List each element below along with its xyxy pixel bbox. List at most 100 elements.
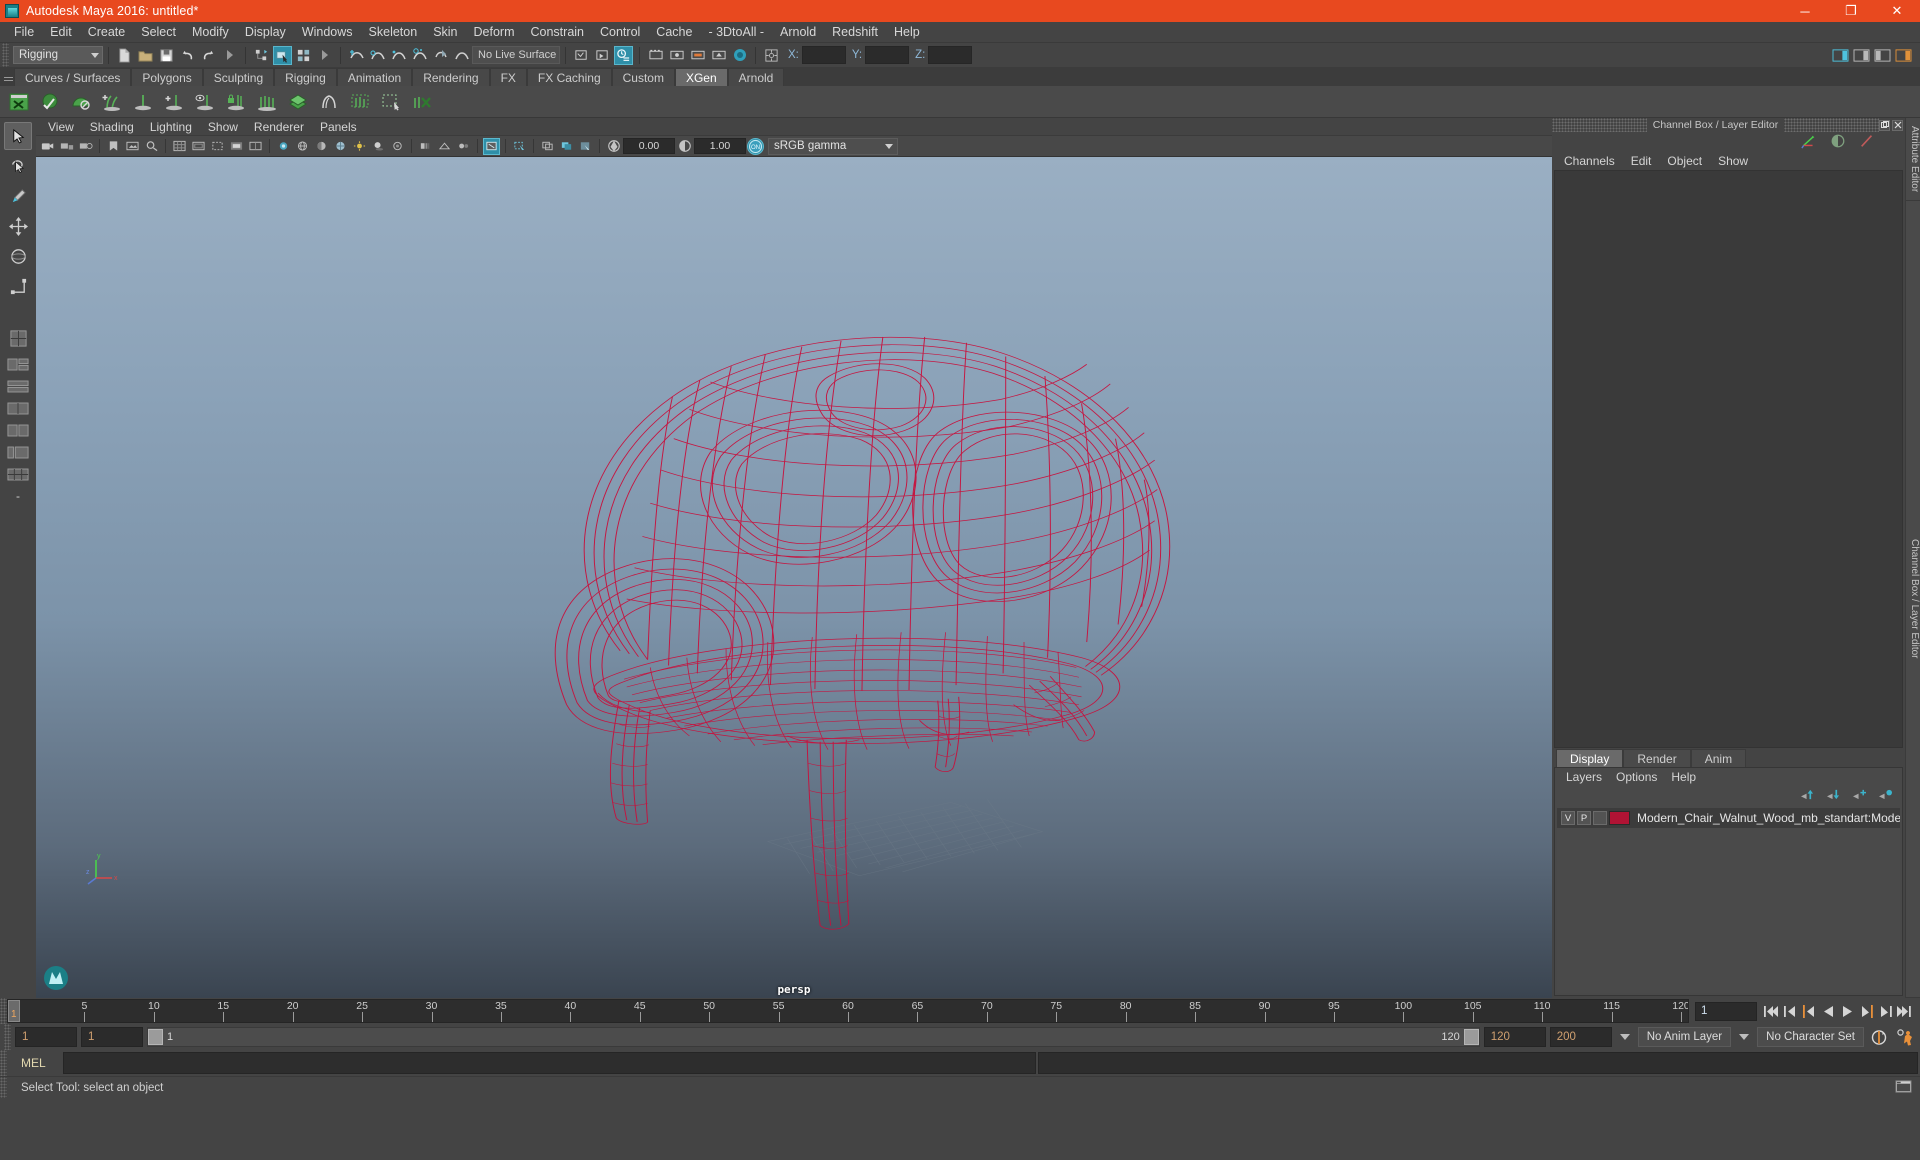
gate-mask-icon[interactable] [228,138,245,155]
snap-to-points-icon[interactable] [389,46,408,65]
menu-display[interactable]: Display [237,23,294,41]
shelf-grip[interactable] [2,69,14,86]
command-input[interactable] [63,1052,1036,1074]
cb-menu-edit[interactable]: Edit [1623,153,1660,169]
two-pane-stacked-layout[interactable] [5,376,31,396]
grid-toggle-icon[interactable] [171,138,188,155]
four-pane-layout[interactable] [5,420,31,440]
coord-x-field[interactable] [801,46,846,64]
render-settings-icon[interactable] [646,46,665,65]
xgen-editor-icon[interactable] [4,88,34,116]
step-forward-keyframe-icon[interactable] [1877,1002,1893,1020]
chevron-down-icon[interactable] [1739,1034,1750,1040]
tab-display[interactable]: Display [1556,749,1624,767]
menu-cache[interactable]: Cache [648,23,700,41]
create-layer-from-selected-icon[interactable] [1877,788,1894,804]
panel-menu-lighting[interactable]: Lighting [142,119,200,135]
range-end-field[interactable]: 120 [1483,1027,1546,1047]
color-management-icon[interactable]: ON [747,137,764,155]
panel-menu-show[interactable]: Show [200,119,246,135]
shelf-tab-custom[interactable]: Custom [611,68,675,86]
save-scene-icon[interactable] [157,46,176,65]
menu-redshift[interactable]: Redshift [824,23,886,41]
motion-blur-icon[interactable] [417,138,434,155]
bookmark-icon[interactable] [105,138,122,155]
panel-menu-shading[interactable]: Shading [82,119,142,135]
close-icon[interactable] [1892,119,1903,131]
toggle-sidebar-icon[interactable] [1831,46,1850,65]
xray-joints-icon[interactable] [275,138,292,155]
shelf-tab-curves-surfaces[interactable]: Curves / Surfaces [14,68,132,86]
use-all-lights-icon[interactable] [351,138,368,155]
ipr-render-icon[interactable] [614,45,633,65]
cb-menu-object[interactable]: Object [1659,153,1710,169]
smooth-shade-textured-icon[interactable] [332,138,349,155]
render-setup-icon[interactable] [688,46,707,65]
channel-box-toggle-icon[interactable] [1894,46,1913,65]
arnold-render-icon[interactable] [730,46,749,65]
hypergraph-layout[interactable] [5,464,31,484]
screen-space-ao-icon[interactable] [389,138,406,155]
channel-box-icon[interactable] [1801,133,1817,152]
shelf-tab-rigging[interactable]: Rigging [274,68,337,86]
shelf-tab-sculpting[interactable]: Sculpting [202,68,275,86]
undock-icon[interactable] [1879,119,1890,131]
selection-mask-arrow-icon[interactable] [315,46,334,65]
gamma-field[interactable]: 1.00 [694,138,746,154]
xgen-sphere-icon[interactable] [35,88,65,116]
le-menu-options[interactable]: Options [1609,769,1664,785]
perspective-viewport[interactable]: y x z persp [36,157,1552,998]
move-layer-up-icon[interactable] [1799,788,1816,804]
list-item[interactable]: V P Modern_Chair_Walnut_Wood_mb_standart… [1557,808,1900,828]
film-gate-icon[interactable] [190,138,207,155]
isolate-select-icon[interactable] [483,137,500,155]
panel-menu-renderer[interactable]: Renderer [246,119,312,135]
layer-editor-icon[interactable] [1830,133,1846,152]
resolution-gate-icon[interactable] [209,138,226,155]
menu-control[interactable]: Control [592,23,648,41]
xgen-add-icon[interactable] [159,88,189,116]
command-result-field[interactable] [1038,1052,1918,1074]
anim-layer-selector[interactable]: No Anim Layer [1637,1027,1732,1047]
go-to-end-icon[interactable] [1896,1002,1912,1020]
menuset-selector[interactable]: Rigging [13,46,103,64]
anim-end-field[interactable]: 200 [1549,1027,1612,1047]
panel-menu-view[interactable]: View [40,119,82,135]
shadows-icon[interactable] [370,138,387,155]
step-forward-frame-icon[interactable] [1858,1002,1874,1020]
shelf-tab-fx[interactable]: FX [489,68,527,86]
layer-playback-toggle[interactable]: P [1577,811,1591,825]
menu-deform[interactable]: Deform [466,23,523,41]
snap-to-grid-icon[interactable] [347,46,366,65]
xray-joints-toggle-icon[interactable] [558,138,575,155]
select-camera-icon[interactable] [39,138,56,155]
statusline-grip[interactable] [2,43,9,67]
menu-select[interactable]: Select [133,23,184,41]
shelf-tab-animation[interactable]: Animation [336,68,413,86]
layer-color-swatch[interactable] [1609,811,1630,825]
close-button[interactable]: ✕ [1874,0,1920,22]
select-by-object-type-icon[interactable] [273,45,292,65]
xray-texture-icon[interactable] [577,138,594,155]
move-layer-down-icon[interactable] [1825,788,1842,804]
undo-icon[interactable] [178,46,197,65]
scale-tool[interactable] [4,272,32,300]
side-tab-attribute-editor[interactable]: Attribute Editor [1906,118,1920,202]
step-back-frame-icon[interactable] [1801,1002,1817,1020]
le-menu-help[interactable]: Help [1664,769,1703,785]
tool-settings-toggle-icon[interactable] [1873,46,1892,65]
render-current-frame-icon[interactable] [593,46,612,65]
snap-to-curves-icon[interactable] [368,46,387,65]
lasso-select-tool[interactable] [4,152,32,180]
snap-to-projected-center-icon[interactable] [410,46,429,65]
camera-attributes-icon[interactable] [77,138,94,155]
commandline-grip[interactable] [0,1050,7,1076]
range-end-handle[interactable] [1463,1029,1479,1045]
gamma-icon[interactable] [676,138,693,155]
tab-anim[interactable]: Anim [1690,749,1747,767]
menu-windows[interactable]: Windows [294,23,361,41]
play-forwards-icon[interactable] [1839,1002,1855,1020]
selection-mask-arrow-icon[interactable] [220,46,239,65]
layer-state-toggle[interactable] [1593,811,1607,825]
wireframe-shading-icon[interactable] [294,138,311,155]
